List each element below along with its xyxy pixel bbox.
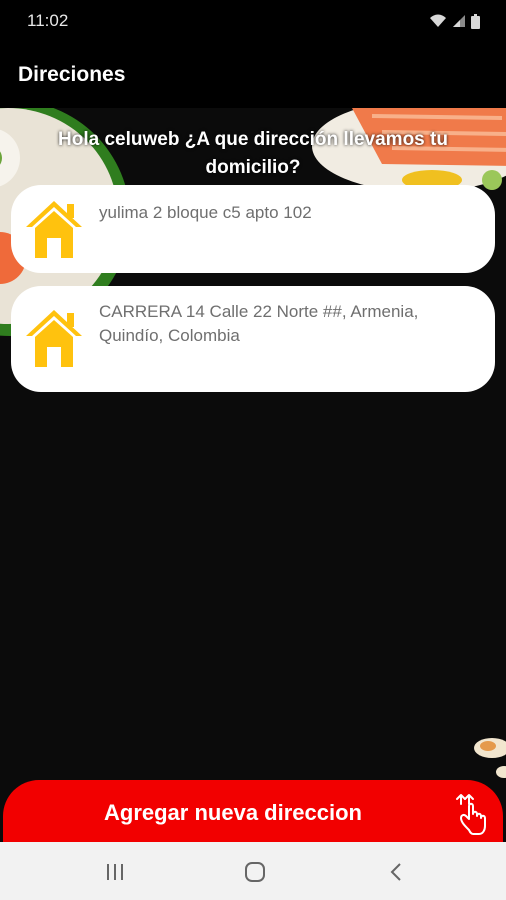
sushi-piece-bottom-right [474,738,506,778]
back-icon[interactable] [385,860,409,884]
recent-apps-icon[interactable] [103,860,127,884]
wifi-icon [430,14,446,27]
address-card[interactable]: yulima 2 bloque c5 apto 102 [11,185,495,273]
home-icon[interactable] [243,860,267,884]
tap-gesture-icon [456,794,486,835]
house-icon [26,310,82,367]
status-icons [429,13,480,29]
signal-icon [453,15,465,27]
add-address-label: Agregar nueva direccion [104,800,362,825]
navigation-bar [0,842,506,900]
house-icon [26,201,82,258]
status-bar: 11:02 [0,0,506,42]
battery-icon [471,13,480,29]
app-bar: Direciones [0,42,506,108]
status-time: 11:02 [27,11,69,30]
address-text: CARRERA 14 Calle 22 Norte ##, Armenia, Q… [99,302,419,345]
page-title: Direciones [18,63,126,86]
greeting-text: Hola celuweb ¿A que dirección llevamos t… [58,129,448,178]
address-card[interactable]: CARRERA 14 Calle 22 Norte ##, Armenia, Q… [11,286,495,392]
address-text: yulima 2 bloque c5 apto 102 [99,203,312,222]
